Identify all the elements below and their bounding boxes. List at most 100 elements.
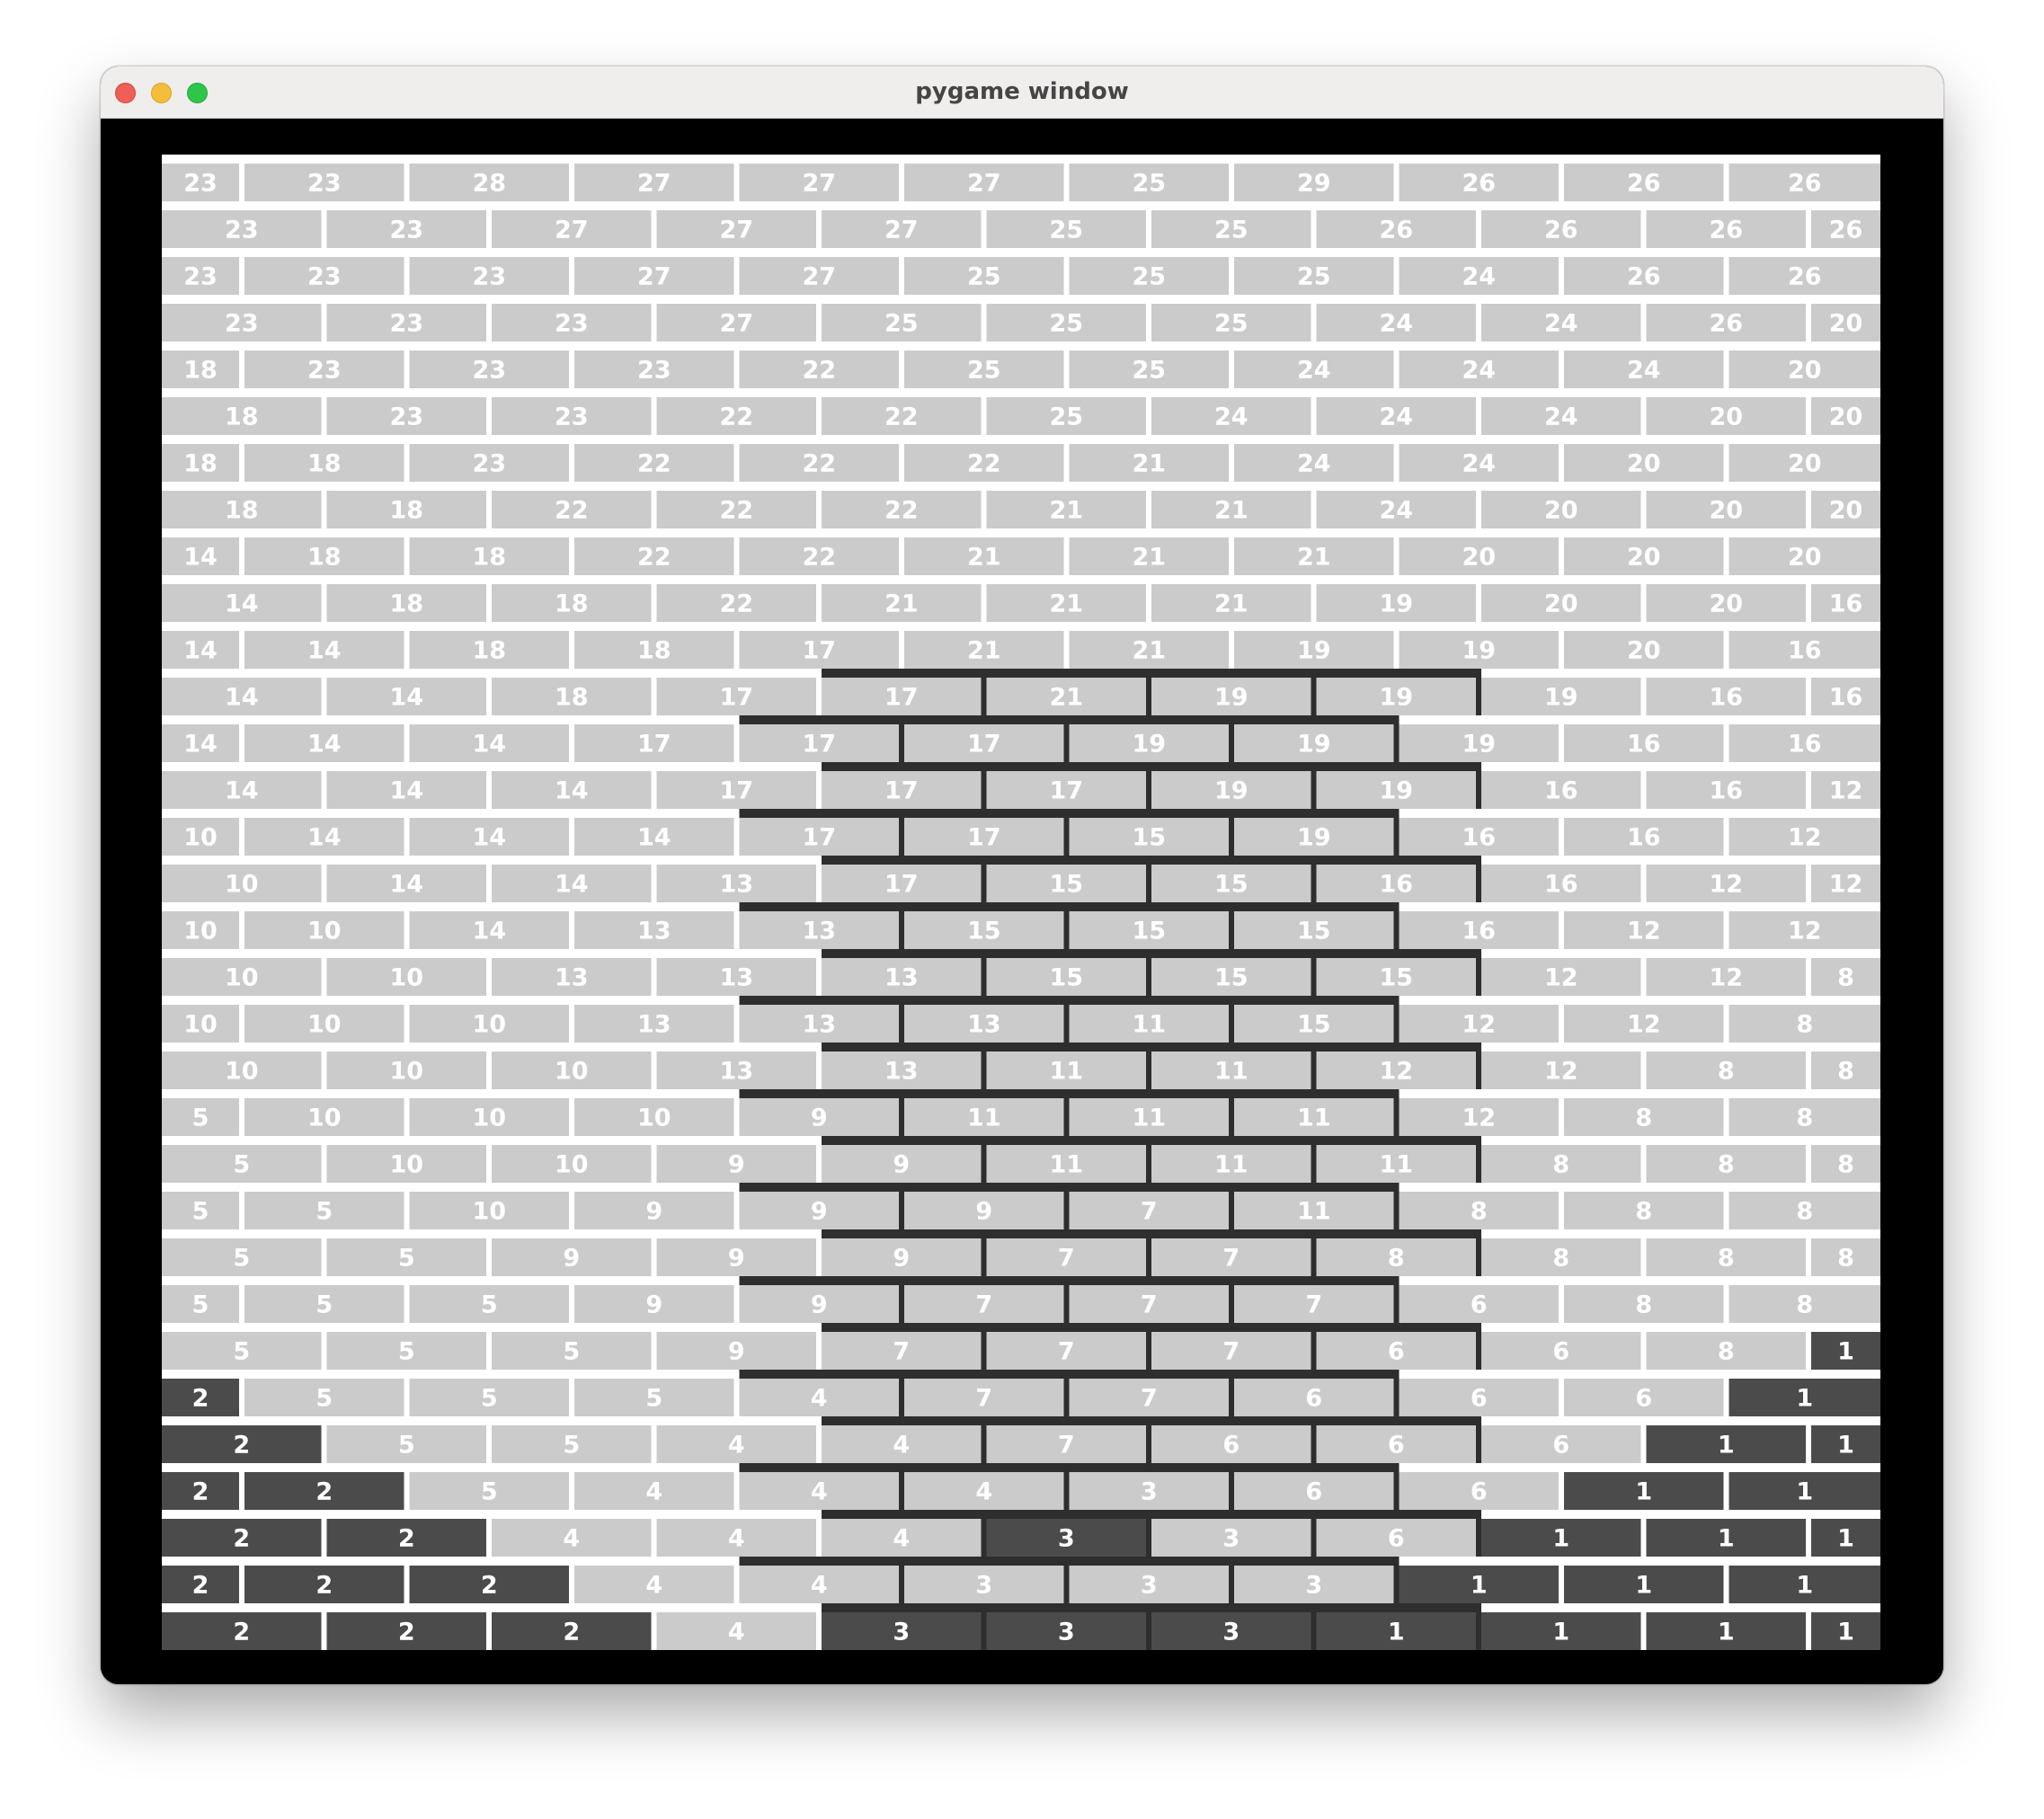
brick[interactable]: 18 (409, 537, 570, 575)
brick[interactable]: 14 (492, 771, 652, 809)
brick[interactable]: 18 (162, 350, 239, 388)
brick[interactable]: 20 (1399, 537, 1560, 575)
brick[interactable]: 19 (1234, 631, 1394, 669)
brick[interactable]: 22 (904, 444, 1064, 482)
brick[interactable]: 7 (1069, 1285, 1230, 1323)
brick[interactable]: 1 (1316, 1612, 1477, 1650)
brick[interactable]: 13 (739, 911, 900, 949)
brick[interactable]: 14 (162, 771, 322, 809)
brick[interactable]: 17 (739, 818, 900, 856)
brick[interactable]: 4 (904, 1472, 1064, 1510)
brick[interactable]: 18 (326, 584, 487, 622)
brick[interactable]: 26 (1316, 210, 1477, 248)
brick[interactable]: 22 (656, 584, 817, 622)
brick[interactable]: 20 (1811, 491, 1880, 528)
brick[interactable]: 21 (1151, 491, 1311, 528)
brick[interactable]: 1 (1564, 1566, 1724, 1603)
brick[interactable]: 19 (1399, 631, 1560, 669)
brick[interactable]: 5 (162, 1192, 239, 1229)
brick[interactable]: 5 (492, 1425, 652, 1463)
brick[interactable]: 4 (656, 1519, 817, 1557)
brick[interactable]: 22 (739, 537, 900, 575)
brick[interactable]: 14 (162, 678, 322, 715)
brick[interactable]: 17 (574, 724, 734, 762)
brick[interactable]: 5 (162, 1098, 239, 1136)
brick[interactable]: 8 (1729, 1192, 1881, 1229)
brick[interactable]: 10 (244, 911, 404, 949)
brick[interactable]: 27 (822, 210, 982, 248)
brick[interactable]: 6 (1481, 1332, 1641, 1370)
brick[interactable]: 16 (1646, 678, 1807, 715)
brick[interactable]: 20 (1481, 584, 1641, 622)
brick[interactable]: 13 (656, 1051, 817, 1089)
brick[interactable]: 11 (1234, 1192, 1394, 1229)
brick[interactable]: 9 (574, 1192, 734, 1229)
brick[interactable]: 20 (1811, 304, 1880, 342)
brick[interactable]: 9 (739, 1192, 900, 1229)
brick[interactable]: 1 (1481, 1519, 1641, 1557)
brick[interactable]: 21 (904, 537, 1064, 575)
brick[interactable]: 10 (409, 1192, 570, 1229)
brick[interactable]: 15 (1069, 818, 1230, 856)
brick[interactable]: 8 (1811, 1145, 1880, 1183)
brick[interactable]: 7 (904, 1379, 1064, 1416)
brick[interactable]: 24 (1316, 304, 1477, 342)
brick[interactable]: 18 (574, 631, 734, 669)
brick[interactable]: 3 (986, 1519, 1147, 1557)
brick[interactable]: 25 (822, 304, 982, 342)
brick[interactable]: 21 (986, 584, 1147, 622)
brick[interactable]: 20 (1564, 537, 1724, 575)
brick[interactable]: 17 (904, 724, 1064, 762)
brick[interactable]: 2 (162, 1612, 322, 1650)
brick[interactable]: 5 (244, 1192, 404, 1229)
brick[interactable]: 25 (1069, 257, 1230, 295)
brick[interactable]: 4 (739, 1379, 900, 1416)
brick[interactable]: 1 (1811, 1519, 1880, 1557)
brick[interactable]: 6 (1316, 1425, 1477, 1463)
brick[interactable]: 14 (244, 631, 404, 669)
brick[interactable]: 23 (162, 257, 239, 295)
brick[interactable]: 21 (1234, 537, 1394, 575)
brick[interactable]: 15 (986, 958, 1147, 996)
brick[interactable]: 2 (492, 1612, 652, 1650)
brick[interactable]: 16 (1399, 818, 1560, 856)
brick[interactable]: 5 (162, 1238, 322, 1276)
brick[interactable]: 14 (162, 724, 239, 762)
brick[interactable]: 21 (904, 631, 1064, 669)
brick[interactable]: 14 (326, 771, 487, 809)
brick[interactable]: 14 (162, 584, 322, 622)
brick[interactable]: 10 (244, 1005, 404, 1043)
brick[interactable]: 20 (1646, 491, 1807, 528)
brick[interactable]: 11 (1069, 1005, 1230, 1043)
brick[interactable]: 12 (1564, 1005, 1724, 1043)
brick[interactable]: 23 (326, 304, 487, 342)
brick[interactable]: 14 (244, 724, 404, 762)
brick[interactable]: 6 (1316, 1332, 1477, 1370)
brick[interactable]: 2 (409, 1566, 570, 1603)
brick[interactable]: 19 (1234, 724, 1394, 762)
brick[interactable]: 5 (162, 1145, 322, 1183)
brick[interactable]: 20 (1481, 491, 1641, 528)
brick[interactable]: 23 (244, 257, 404, 295)
game-screen[interactable]: 23 23 28 27 27 27 25 29 26 26 26 23 23 27 27 27 25 25 26 26… (101, 119, 1943, 1684)
brick[interactable]: 5 (162, 1285, 239, 1323)
brick[interactable]: 6 (1399, 1379, 1560, 1416)
brick[interactable]: 2 (326, 1519, 487, 1557)
brick[interactable]: 23 (574, 350, 734, 388)
brick[interactable]: 13 (739, 1005, 900, 1043)
brick[interactable]: 4 (739, 1472, 900, 1510)
brick[interactable]: 18 (492, 678, 652, 715)
brick[interactable]: 5 (326, 1425, 487, 1463)
brick[interactable]: 26 (1646, 304, 1807, 342)
brick[interactable]: 12 (1481, 958, 1641, 996)
brick[interactable]: 15 (904, 911, 1064, 949)
brick[interactable]: 10 (492, 1051, 652, 1089)
brick[interactable]: 24 (1399, 350, 1560, 388)
brick[interactable]: 3 (1151, 1612, 1311, 1650)
brick[interactable]: 8 (1811, 1051, 1880, 1089)
brick[interactable]: 16 (1729, 631, 1881, 669)
brick[interactable]: 16 (1564, 818, 1724, 856)
brick[interactable]: 22 (822, 491, 982, 528)
brick[interactable]: 15 (1234, 911, 1394, 949)
brick[interactable]: 10 (326, 1145, 487, 1183)
